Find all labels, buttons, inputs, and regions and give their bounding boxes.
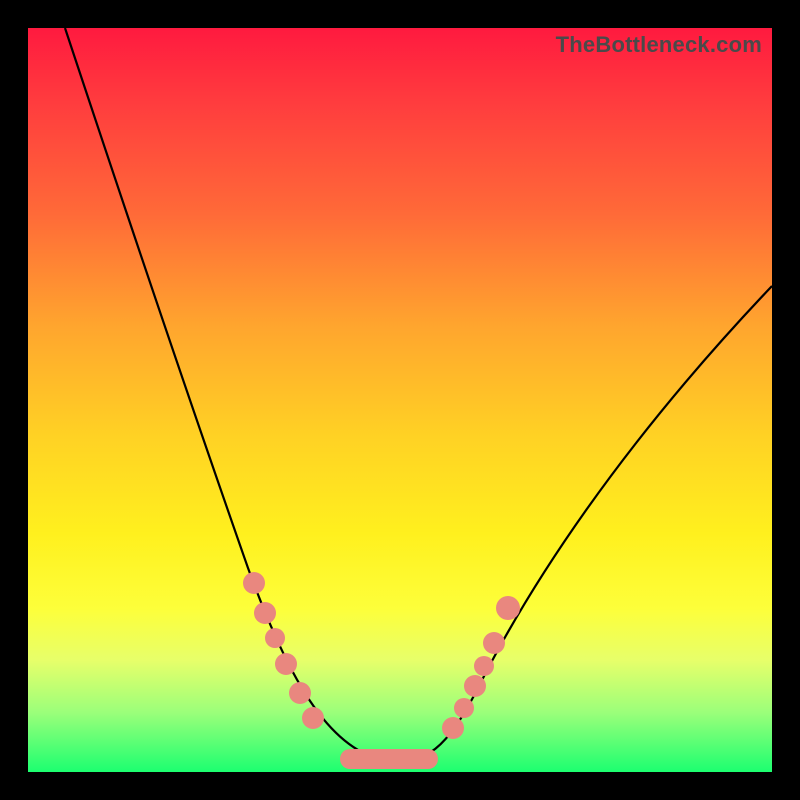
marker-dot — [454, 698, 474, 718]
marker-dot — [254, 602, 276, 624]
marker-dot — [243, 572, 265, 594]
marker-dot — [483, 632, 505, 654]
marker-dot — [302, 707, 324, 729]
marker-dot — [474, 656, 494, 676]
chart-frame: TheBottleneck.com — [0, 0, 800, 800]
marker-dot — [496, 596, 520, 620]
curve-svg — [28, 28, 772, 772]
marker-dot — [265, 628, 285, 648]
bottleneck-curve — [65, 28, 772, 762]
plot-area: TheBottleneck.com — [28, 28, 772, 772]
marker-dot — [275, 653, 297, 675]
marker-dot — [464, 675, 486, 697]
marker-dot — [442, 717, 464, 739]
marker-dot — [289, 682, 311, 704]
